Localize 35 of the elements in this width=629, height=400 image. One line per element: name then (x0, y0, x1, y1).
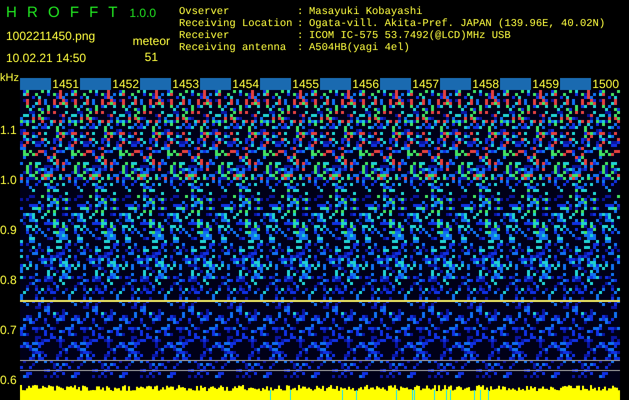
meteor-count: 51 (144, 48, 158, 64)
counter-label: meteor (132, 32, 170, 48)
date-time: 10.02.21 14:50 (6, 50, 88, 66)
time-label: 1451 (51, 78, 80, 90)
unit-label: kHz (0, 72, 19, 84)
time-label: 1453 (171, 78, 200, 90)
info-label: Ovserver (179, 6, 230, 18)
frequency-label: 0.8 (0, 274, 17, 286)
app-version: 1.0.0 (129, 5, 156, 22)
info-value: ICOM IC-575 53.7492(@LCD)MHz USB (309, 30, 511, 42)
frequency-label: 0.9 (0, 224, 17, 236)
info-label: Receiving Location (179, 18, 292, 30)
time-label: 1459 (531, 78, 560, 90)
info-separator: : (297, 6, 304, 18)
time-label: 1457 (411, 78, 440, 90)
info-separator: : (297, 30, 304, 42)
frequency-label: 1.0 (0, 174, 17, 186)
info-separator: : (297, 18, 304, 30)
info-value: A504HB(yagi 4el) (309, 42, 410, 54)
time-label: 1452 (111, 78, 140, 90)
info-value: Ogata-vill. Akita-Pref. JAPAN (139.96E, 40.02N) (309, 18, 606, 30)
info-label: Receiving antenna (179, 42, 286, 54)
info-label: Receiver (179, 30, 230, 42)
time-label: 1458 (471, 78, 500, 90)
time-label: 1500 (591, 78, 620, 90)
frequency-label: 0.6 (0, 374, 17, 386)
frequency-label: 1.1 (0, 124, 17, 136)
app-title: H R O F F T (6, 3, 118, 23)
time-label: 1454 (231, 78, 260, 90)
frequency-label: 0.7 (0, 324, 17, 336)
file-name: 1002211450.png (6, 28, 96, 44)
time-label: 1456 (351, 78, 380, 90)
time-label: 1455 (291, 78, 320, 90)
info-separator: : (297, 42, 304, 54)
info-value: Masayuki Kobayashi (309, 6, 422, 18)
